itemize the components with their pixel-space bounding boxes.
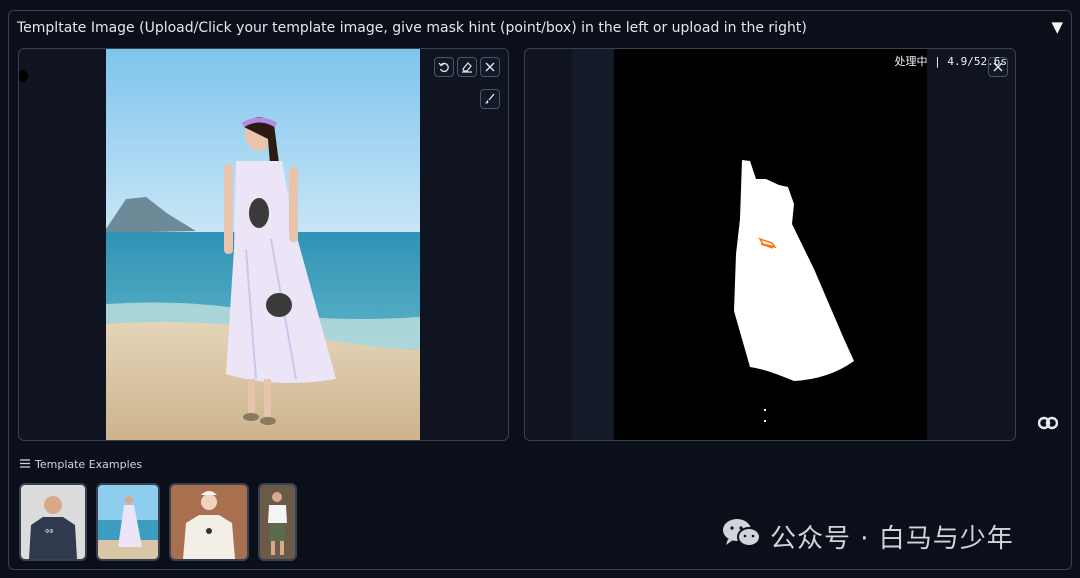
loading-indicator-icon: [1037, 415, 1059, 434]
template-image-panel: Templtate Image (Upload/Click your templ…: [8, 10, 1072, 570]
close-icon[interactable]: [480, 57, 500, 77]
example-thumb-white-dress[interactable]: [96, 483, 160, 561]
example-thumb-tshirt-man[interactable]: ФФ: [19, 483, 87, 561]
example-thumb-tshirt-woman[interactable]: [169, 483, 249, 561]
mask-image-input[interactable]: 处理中 | 4.9/52.6s: [524, 48, 1016, 441]
template-photo[interactable]: [106, 49, 420, 440]
watermark-text: 公众号 · 白马与少年: [770, 523, 1014, 554]
hint-point-marker: [19, 70, 28, 82]
panel-title: Templtate Image (Upload/Click your templ…: [17, 20, 807, 36]
template-image-input[interactable]: [18, 48, 509, 441]
mask-preview: [614, 49, 927, 440]
wechat-icon: [722, 517, 762, 556]
svg-text:ФФ: ФФ: [45, 529, 54, 535]
examples-label-text: Template Examples: [35, 458, 143, 471]
wechat-watermark: 公众号 · 白马与少年: [722, 516, 1014, 556]
examples-label: Template Examples: [20, 458, 142, 471]
list-icon: [20, 458, 30, 471]
eraser-icon[interactable]: [457, 57, 477, 77]
undo-icon[interactable]: [434, 57, 454, 77]
example-thumb-man-outfit[interactable]: [258, 483, 297, 561]
mask-background-stripe: [572, 49, 614, 440]
collapse-toggle-icon[interactable]: ▼: [1051, 18, 1063, 36]
processing-status: 处理中 | 4.9/52.6s: [894, 55, 1007, 68]
brush-icon[interactable]: [480, 89, 500, 109]
